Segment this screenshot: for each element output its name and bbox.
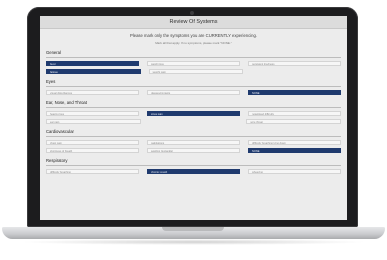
option-row: fatigue weight gain [46,69,341,74]
symptom-option-none[interactable]: NONE [248,90,341,95]
section-label: Eyes [46,79,56,84]
section-cardiovascular: Cardiovascular chest pain palpitations diff… [46,129,341,153]
section-label: Respiratory [46,158,68,163]
instruction-subtext: Mark all that apply. If no symptoms, ple… [155,41,232,45]
option-row: ear pain sore throat [46,119,342,124]
symptom-option-difficulty-breathing[interactable]: difficulty breathing [46,169,139,174]
symptom-option-shortness-of-breath[interactable]: shortness of breath [46,148,139,153]
symptom-option-ear-pain[interactable]: ear pain [46,119,141,124]
section-divider [46,57,341,58]
symptom-option-sore-throat[interactable]: sore throat [246,119,342,124]
laptop-shadow [20,239,367,245]
empty-slot [149,119,239,124]
laptop-base [2,227,385,239]
symptom-option-fatigue[interactable]: fatigue [46,69,141,74]
laptop-notch [162,227,224,231]
option-row: visual disturbances glasses/contacts NONE [46,90,341,95]
section-divider [46,107,341,108]
section-label: Ear, Nose, and Throat [46,100,87,105]
option-row: hearing loss sinus pain nosebleed difficul… [46,111,341,116]
section-label: General [46,50,61,55]
option-row: shortness of breath swelling (leg/ankle) N… [46,148,341,153]
symptom-option-weight-loss[interactable]: weight loss [147,61,240,66]
section-label: Cardiovascular [46,129,74,134]
symptom-option-glasses-contacts[interactable]: glasses/contacts [147,90,240,95]
section-divider [46,165,341,166]
section-divider [46,86,341,87]
symptom-option-swelling-leg-ankle-[interactable]: swelling (leg/ankle) [147,148,240,153]
laptop-screen: Review Of Systems Please mark only the s… [40,16,347,220]
symptom-option-chronic-cough[interactable]: chronic cough [147,169,240,174]
instruction-text: Please mark only the symptoms you are CU… [130,33,257,38]
option-row: chest pain palpitations difficulty breathi… [46,140,341,145]
section-divider [46,136,341,137]
section-respiratory: Respiratory difficulty breathing chronic c… [46,158,341,174]
page-title: Review Of Systems [40,16,347,29]
empty-slot [251,69,341,74]
option-row: difficulty breathing chronic cough wheezin… [46,169,341,174]
option-row: fever weight loss persistent tiredness [46,61,341,66]
symptom-option-nosebleed-difficulty[interactable]: nosebleed difficulty [248,111,341,116]
section-general: General fever weight loss persistent tiredn… [46,50,341,74]
symptom-option-weight-gain[interactable]: weight gain [148,69,244,74]
symptom-option-wheezing[interactable]: wheezing [248,169,341,174]
symptom-option-persistent-tiredness[interactable]: persistent tiredness [248,61,341,66]
symptom-option-fever[interactable]: fever [46,61,139,66]
symptom-option-palpitations[interactable]: palpitations [147,140,240,145]
symptom-sections: General fever weight loss persistent tiredn… [40,50,347,174]
laptop-mockup: Review Of Systems Please mark only the s… [0,0,387,260]
symptom-option-chest-pain[interactable]: chest pain [46,140,139,145]
camera-dot [190,11,194,15]
symptom-option-none[interactable]: NONE [248,148,341,153]
section-eyes: Eyes visual disturbances glasses/contacts N… [46,79,341,95]
section-ear-nose-and-throat: Ear, Nose, and Throat hearing loss sinus p… [46,100,342,124]
symptom-option-difficulty-breathing-lying-down[interactable]: difficulty breathing lying down [248,140,341,145]
symptom-option-hearing-loss[interactable]: hearing loss [46,111,139,116]
symptom-option-visual-disturbances[interactable]: visual disturbances [46,90,139,95]
symptom-option-sinus-pain[interactable]: sinus pain [147,111,240,116]
